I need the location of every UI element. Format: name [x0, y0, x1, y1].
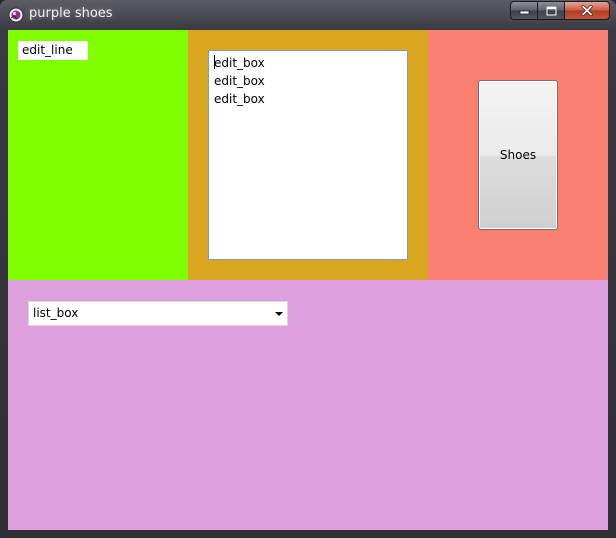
list-box-selected-value: list_box	[33, 306, 79, 320]
center-gold-pane: edit_box edit_box edit_box	[188, 30, 428, 280]
minimize-button[interactable]	[510, 1, 537, 20]
edit-box-line: edit_box	[214, 55, 265, 70]
title-bar[interactable]: purple shoes	[0, 0, 616, 30]
maximize-button[interactable]	[537, 1, 564, 20]
shoes-button-label: Shoes	[499, 148, 537, 162]
list-box-select[interactable]: list_box	[28, 301, 288, 326]
edit-box-line: edit_box	[214, 92, 265, 106]
edit-line-input[interactable]: edit_line	[18, 41, 88, 60]
right-salmon-pane: Shoes	[428, 30, 608, 280]
app-client-area: edit_line edit_box edit_box edit_box Sho…	[8, 30, 608, 530]
dropdown-arrow-icon[interactable]	[275, 312, 283, 316]
edit-box-line: edit_box	[214, 74, 265, 88]
close-button[interactable]	[564, 1, 610, 20]
close-icon	[581, 5, 593, 16]
app-window: purple shoes edit_line edit_box edit_box…	[0, 0, 616, 538]
window-title: purple shoes	[29, 6, 113, 21]
maximize-icon	[545, 5, 557, 16]
caption-buttons	[510, 1, 610, 20]
edit-box-textarea[interactable]: edit_box edit_box edit_box	[208, 50, 408, 260]
minimize-icon	[519, 10, 529, 15]
purple-shoes-app-icon	[8, 7, 24, 23]
shoes-button[interactable]: Shoes	[478, 80, 558, 230]
left-green-pane: edit_line	[8, 30, 188, 280]
